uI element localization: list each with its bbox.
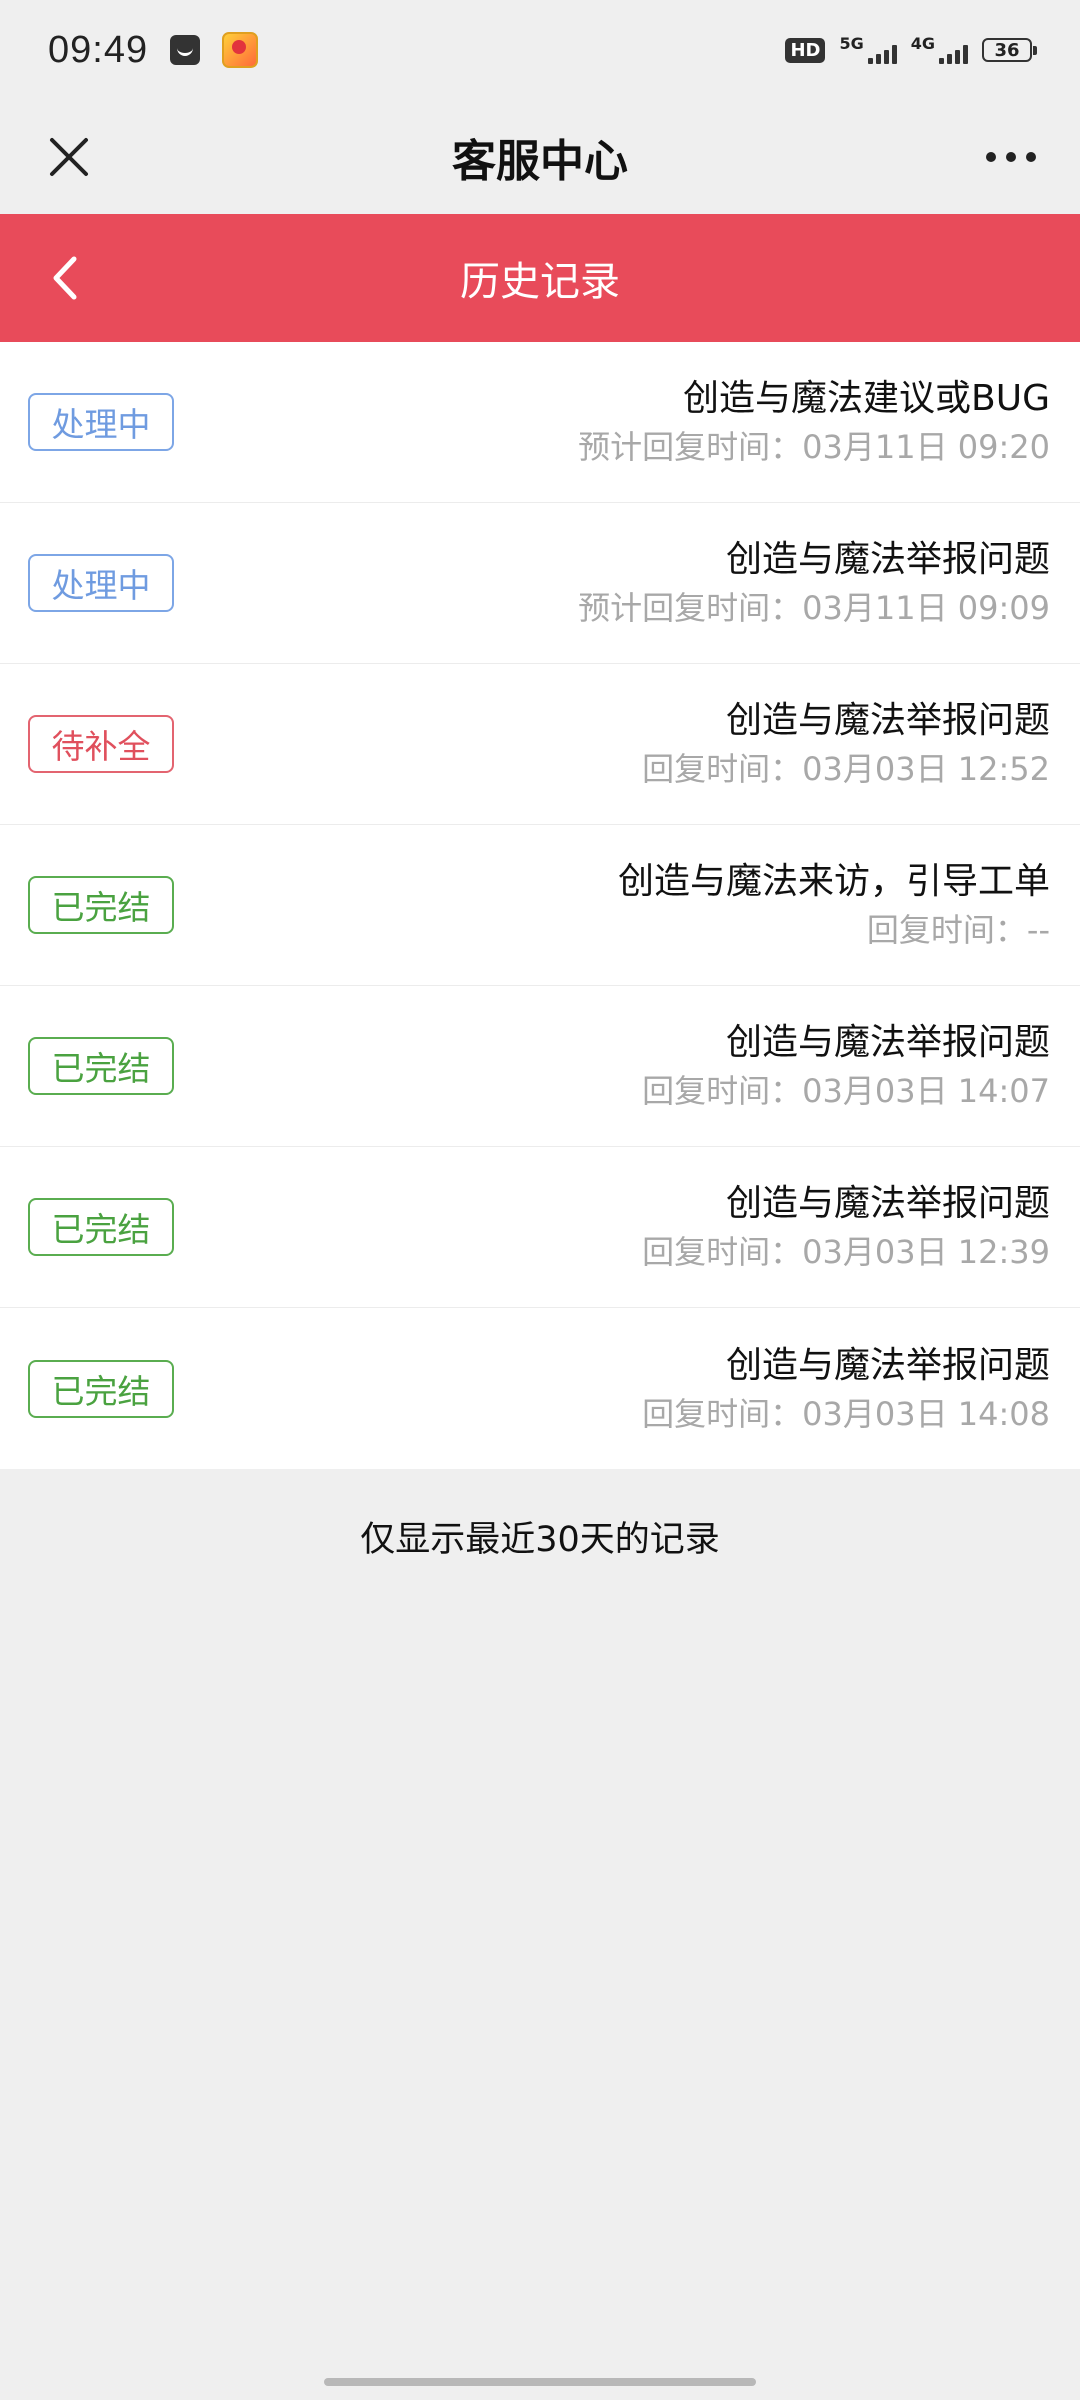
- record-time: 预计回复时间：03月11日 09:09: [578, 589, 1050, 627]
- signal-bars-icon: [939, 44, 968, 64]
- record-row[interactable]: 处理中 创造与魔法建议或BUG 预计回复时间：03月11日 09:20: [0, 342, 1080, 503]
- record-time: 回复时间：03月03日 12:52: [642, 750, 1050, 788]
- record-title: 创造与魔法举报问题: [725, 700, 1050, 741]
- record-row[interactable]: 已完结 创造与魔法举报问题 回复时间：03月03日 14:08: [0, 1308, 1080, 1469]
- status-badge: 处理中: [28, 393, 174, 451]
- hd-indicator: HD: [785, 37, 826, 63]
- notification-icon: [170, 35, 201, 65]
- record-time: 回复时间：03月03日 12:39: [642, 1233, 1050, 1271]
- record-text: 创造与魔法建议或BUG 预计回复时间：03月11日 09:20: [578, 374, 1050, 470]
- app-notification-icon: [222, 32, 259, 68]
- signal-5g: 5G: [839, 34, 897, 64]
- status-time: 09:49: [48, 28, 149, 71]
- record-time: 预计回复时间：03月11日 09:20: [578, 428, 1050, 466]
- status-badge: 已完结: [28, 1037, 174, 1095]
- status-badge: 处理中: [28, 554, 174, 612]
- record-time: 回复时间：03月03日 14:07: [642, 1072, 1050, 1110]
- status-badge: 已完结: [28, 1359, 174, 1418]
- status-bar: 09:49 HD 5G 4G 36: [0, 0, 1080, 100]
- back-button[interactable]: [30, 243, 100, 313]
- status-badge: 已完结: [28, 876, 174, 934]
- record-text: 创造与魔法举报问题 回复时间：03月03日 12:39: [642, 1179, 1050, 1275]
- battery-icon: 36: [982, 38, 1037, 62]
- record-title: 创造与魔法举报问题: [725, 1344, 1050, 1386]
- record-title: 创造与魔法举报问题: [725, 1022, 1050, 1063]
- more-icon: [986, 152, 1036, 162]
- record-text: 创造与魔法举报问题 回复时间：03月03日 12:52: [642, 696, 1050, 792]
- record-title: 创造与魔法举报问题: [725, 539, 1050, 580]
- status-badge: 已完结: [28, 1198, 174, 1256]
- record-text: 创造与魔法来访，引导工单 回复时间：--: [618, 857, 1050, 953]
- record-row[interactable]: 处理中 创造与魔法举报问题 预计回复时间：03月11日 09:09: [0, 503, 1080, 664]
- home-indicator[interactable]: [324, 2378, 756, 2386]
- record-row[interactable]: 已完结 创造与魔法举报问题 回复时间：03月03日 12:39: [0, 1147, 1080, 1308]
- close-button[interactable]: [34, 122, 104, 192]
- record-title: 创造与魔法来访，引导工单: [617, 861, 1050, 902]
- signal-4g: 4G: [911, 36, 968, 64]
- title-bar: 客服中心: [0, 100, 1080, 214]
- battery-level: 36: [994, 39, 1020, 61]
- record-row[interactable]: 已完结 创造与魔法举报问题 回复时间：03月03日 14:07: [0, 986, 1080, 1147]
- signal-bars-icon: [867, 44, 897, 64]
- record-time: 回复时间：03月03日 14:08: [642, 1394, 1050, 1433]
- footer-note: 仅显示最近30天的记录: [360, 1520, 720, 1560]
- history-title: 历史记录: [460, 259, 620, 305]
- records-list: 处理中 创造与魔法建议或BUG 预计回复时间：03月11日 09:20 处理中 …: [0, 342, 1080, 1469]
- signal-5g-label: 5G: [839, 34, 864, 53]
- record-text: 创造与魔法举报问题 回复时间：03月03日 14:07: [642, 1018, 1050, 1114]
- history-header: 历史记录: [0, 214, 1080, 342]
- record-row[interactable]: 已完结 创造与魔法来访，引导工单 回复时间：--: [0, 825, 1080, 986]
- screen: 09:49 HD 5G 4G 36 客服中心 历史记录 处理中 创造与魔法建议或…: [0, 0, 1080, 2400]
- record-text: 创造与魔法举报问题 回复时间：03月03日 14:08: [642, 1341, 1050, 1437]
- record-title: 创造与魔法建议或BUG: [683, 378, 1050, 419]
- record-text: 创造与魔法举报问题 预计回复时间：03月11日 09:09: [578, 535, 1050, 631]
- record-time: 回复时间：--: [866, 911, 1050, 949]
- more-button[interactable]: [976, 122, 1046, 192]
- status-bar-right: HD 5G 4G 36: [785, 34, 1037, 64]
- close-icon: [50, 138, 88, 176]
- record-title: 创造与魔法举报问题: [725, 1183, 1050, 1224]
- page-title: 客服中心: [452, 136, 628, 187]
- chevron-left-icon: [53, 256, 77, 300]
- signal-4g-label: 4G: [910, 34, 935, 53]
- status-badge: 待补全: [28, 715, 174, 773]
- record-row[interactable]: 待补全 创造与魔法举报问题 回复时间：03月03日 12:52: [0, 664, 1080, 825]
- status-bar-left: 09:49: [48, 28, 259, 72]
